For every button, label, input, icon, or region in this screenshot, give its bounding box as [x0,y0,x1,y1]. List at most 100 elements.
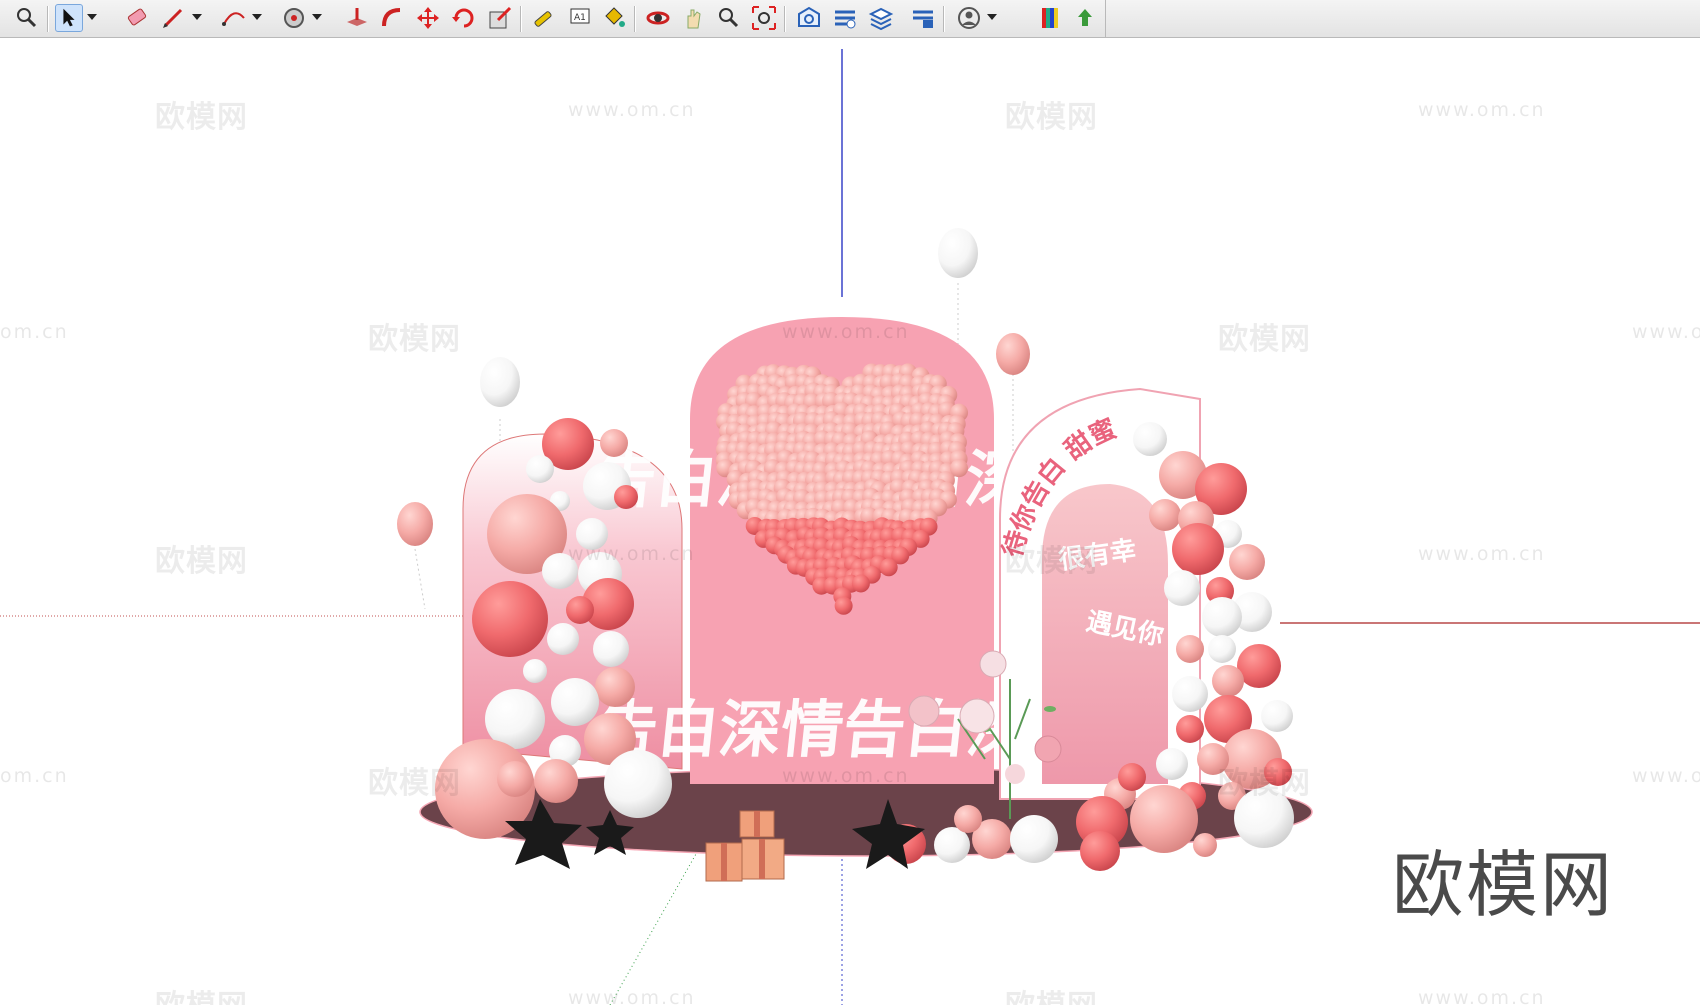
user-account-icon [958,7,980,29]
extension-icon [835,10,856,29]
balloon [497,761,533,797]
balloon [551,678,599,726]
watermark-brand: 欧模网 [1005,544,1098,579]
user-account-tool-button[interactable] [955,4,983,32]
paint-bucket-tool-button[interactable] [600,4,628,32]
balloon [954,805,982,833]
watermark-url: www.om.cn [782,765,910,787]
balloon [593,631,629,667]
push-pull-icon [347,8,367,26]
watermark-brand: 欧模网 [1218,322,1311,357]
follow-me-tool-button[interactable] [378,4,406,32]
eraser-tool-button[interactable] [123,4,151,32]
watermark-url: www.om.cn [568,543,696,565]
floating-balloon-white-left [480,357,520,407]
balloon [547,623,579,655]
circle-shape-icon [284,8,304,28]
style-palette-tool-button[interactable] [1037,4,1065,32]
watermark-brand: 欧模网 [155,100,248,135]
balloon [1212,665,1244,697]
watermark-url: www.om.cn [568,987,696,1005]
zoom-tool-button[interactable] [714,4,742,32]
rotate-icon [452,8,474,28]
circle-shape-tool-button[interactable] [280,4,308,32]
watermark-url: www.om.cn [782,321,910,343]
warehouse-icon [798,6,820,27]
extension-warehouse-tool-button[interactable] [909,4,937,32]
watermark-url-partial: www.o [1632,765,1700,787]
pan-tool-button[interactable] [680,4,708,32]
upload-arrow-icon [1078,9,1092,26]
balloon [1261,700,1293,732]
toolbar-separator [47,6,48,32]
balloon [1149,499,1181,531]
balloon [1176,635,1204,663]
balloon [1193,833,1217,857]
arc-tool-button[interactable] [220,4,248,32]
warehouse-tool-button[interactable] [795,4,823,32]
pan-icon [687,9,701,29]
pencil-line-tool-button[interactable] [160,4,188,32]
tape-measure-tool-button[interactable] [530,4,558,32]
balloon [1130,785,1198,853]
toolbar-separator [784,6,785,32]
watermark-url: www.om.cn [1418,543,1546,565]
balloon [1118,763,1146,791]
watermark-brand: 欧模网 [368,322,461,357]
rotate-tool-button[interactable] [450,4,478,32]
scale-tool-button[interactable] [486,4,514,32]
balloon [604,750,672,818]
watermark-brand: 欧模网 [155,981,248,1005]
watermark-brand: 欧模网 [368,766,461,801]
floating-balloon-pink-right [996,333,1030,375]
watermark-url: www.om.cn [568,99,696,121]
watermark-brand: 欧模网 [1005,981,1098,1005]
balloon [1156,748,1188,780]
balloon [534,759,578,803]
watermark-url: www.om.cn [1418,99,1546,121]
dropdown-arrow-icon[interactable] [87,14,97,20]
zoom-extents-icon [17,8,37,28]
watermark-url-partial: om.cn [0,321,69,343]
zoom-extents-tool-button[interactable] [13,4,41,32]
eraser-icon [127,8,147,26]
push-pull-tool-button[interactable] [343,4,371,32]
heart-balloon [834,596,853,615]
floating-balloon-white-top [938,228,978,278]
zoom-extents-all-icon [752,6,776,30]
dropdown-arrow-icon[interactable] [192,14,202,20]
balloon [1229,544,1265,580]
orbit-tool-button[interactable] [644,4,672,32]
dropdown-arrow-icon[interactable] [987,14,997,20]
model-viewport[interactable]: 告白深情告白深情 告白深情告白深情 待你告白 甜蜜 很有幸 遇见你 [0,39,1700,1005]
heart-balloon [851,574,870,593]
text-tool-button[interactable]: A1 [566,4,594,32]
zoom-extents-all-tool-button[interactable] [750,4,778,32]
style-palette-icon [1042,8,1058,28]
select-tool-button[interactable] [55,4,83,32]
watermark-brand: 欧模网 [155,544,248,579]
floating-balloon-pink-left [397,502,433,546]
watermark-brand: 欧模网 [1218,766,1311,801]
svg-text:A1: A1 [574,13,586,23]
watermark-url-partial: www.o [1632,321,1700,343]
toolbar-separator [943,6,944,32]
balloon [1080,831,1120,871]
move-tool-button[interactable] [414,4,442,32]
balloon [600,429,628,457]
extension-tool-button[interactable] [831,4,859,32]
balloon [1176,715,1204,743]
extension-warehouse-icon [913,10,933,28]
balloon [523,659,547,683]
upload-arrow-tool-button[interactable] [1071,4,1099,32]
layers-tool-button[interactable] [867,4,895,32]
balloon [1164,570,1200,606]
scale-icon [489,6,512,29]
balloon [1172,676,1208,712]
heart-balloon [879,558,898,577]
toolbar-end-divider [1105,0,1106,38]
toolbar-separator [520,6,521,32]
dropdown-arrow-icon[interactable] [312,14,322,20]
dropdown-arrow-icon[interactable] [252,14,262,20]
tape-measure-icon [534,11,552,27]
